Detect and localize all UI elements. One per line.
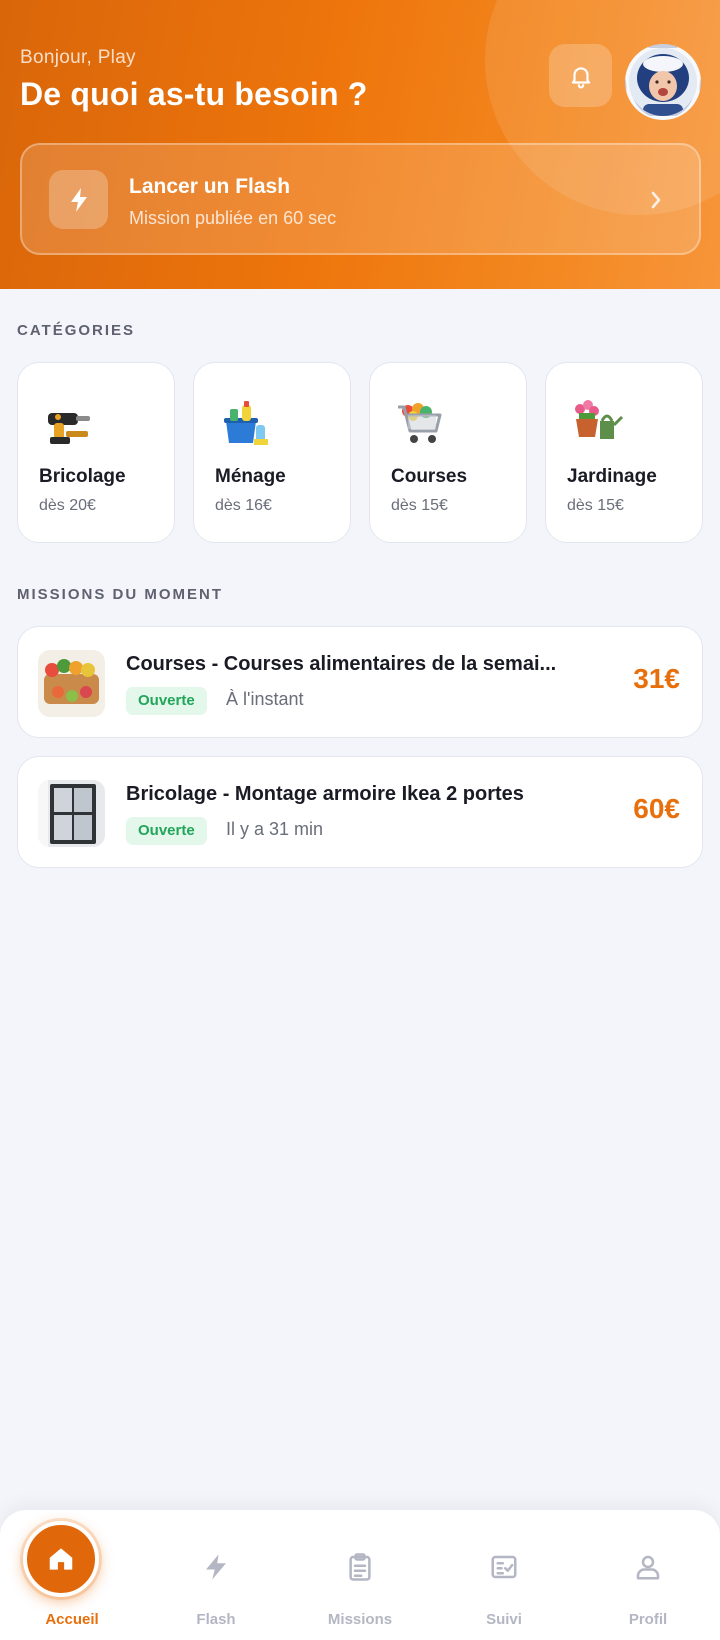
category-card-bricolage[interactable]: Bricolage dès 20€ <box>17 362 175 543</box>
launch-flash-card[interactable]: Lancer un Flash Mission publiée en 60 se… <box>20 143 701 255</box>
mission-time: Il y a 31 min <box>226 819 324 839</box>
nav-item-suivi[interactable]: Suivi <box>432 1510 576 1640</box>
mission-time: À l'instant <box>226 689 304 709</box>
category-card-jardinage[interactable]: Jardinage dès 15€ <box>545 362 703 543</box>
nav-label: Flash <box>196 1611 236 1628</box>
checklist-icon <box>491 1555 517 1579</box>
avatar[interactable] <box>625 44 701 120</box>
missions-heading: MISSIONS DU MOMENT <box>17 586 224 603</box>
notifications-button[interactable] <box>549 44 612 107</box>
nav-label: Accueil <box>45 1611 99 1628</box>
cleaning-bucket-icon <box>224 401 268 445</box>
category-price: dès 15€ <box>391 497 448 514</box>
shopping-cart-icon <box>398 403 442 443</box>
category-price: dès 20€ <box>39 497 96 514</box>
nav-item-flash[interactable]: Flash <box>144 1510 288 1640</box>
clipboard-icon <box>349 1553 371 1581</box>
bolt-icon <box>206 1554 226 1580</box>
nav-item-accueil[interactable]: Accueil <box>0 1510 144 1640</box>
flash-icon-container <box>49 170 108 229</box>
category-price: dès 16€ <box>215 497 272 514</box>
category-name: Bricolage <box>39 466 126 487</box>
category-price: dès 15€ <box>567 497 624 514</box>
category-name: Jardinage <box>567 466 657 487</box>
mission-thumbnail-wardrobe <box>38 780 105 847</box>
categories-heading: CATÉGORIES <box>17 322 136 339</box>
status-badge: Ouverte <box>126 687 207 715</box>
flash-subtitle: Mission publiée en 60 sec <box>129 208 337 228</box>
mission-card[interactable]: Bricolage - Montage armoire Ikea 2 porte… <box>17 756 703 868</box>
flower-pot-watering-can-icon <box>575 400 624 439</box>
nav-label: Profil <box>628 1611 668 1628</box>
home-icon <box>49 1548 73 1570</box>
chevron-right-icon <box>651 191 661 209</box>
greeting: Bonjour, Play <box>20 47 136 68</box>
nav-label: Suivi <box>486 1611 522 1628</box>
mission-amount: 31€ <box>633 663 680 694</box>
status-badge: Ouverte <box>126 817 207 845</box>
nav-item-profil[interactable]: Profil <box>576 1510 720 1640</box>
mission-amount: 60€ <box>633 793 680 824</box>
category-name: Courses <box>391 466 468 487</box>
bottom-navigation: Accueil Flash Missions Suivi Profil <box>0 1510 720 1640</box>
avatar-photo <box>629 48 697 116</box>
mission-title: Bricolage - Montage armoire Ikea 2 porte… <box>126 783 524 805</box>
mission-thumbnail-groceries <box>38 650 105 717</box>
bell-icon <box>571 66 590 88</box>
category-name: Ménage <box>215 466 286 487</box>
category-card-courses[interactable]: Courses dès 15€ <box>369 362 527 543</box>
mission-card[interactable]: Courses - Courses alimentaires de la sem… <box>17 626 703 738</box>
header: Bonjour, Play De quoi as-tu besoin ? Lan… <box>0 0 720 289</box>
user-icon <box>636 1555 660 1580</box>
bolt-icon <box>70 187 87 212</box>
flash-title: Lancer un Flash <box>129 175 291 198</box>
mission-title: Courses - Courses alimentaires de la sem… <box>126 653 557 675</box>
page-title: De quoi as-tu besoin ? <box>20 76 368 112</box>
home-button[interactable] <box>23 1521 99 1597</box>
category-card-menage[interactable]: Ménage dès 16€ <box>193 362 351 543</box>
nav-label: Missions <box>327 1611 393 1628</box>
drill-tools-icon <box>48 413 90 444</box>
nav-item-missions[interactable]: Missions <box>288 1510 432 1640</box>
